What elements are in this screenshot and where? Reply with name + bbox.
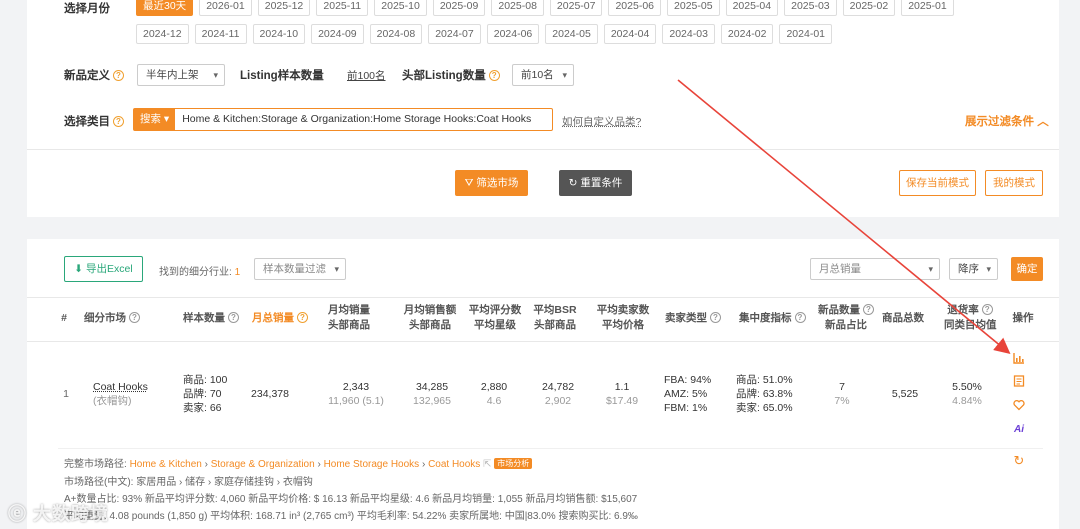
annotation-arrow <box>677 79 1011 355</box>
logo-icon: ⓔ <box>8 504 27 524</box>
watermark: ⓔ 大数跨境 <box>8 504 110 524</box>
